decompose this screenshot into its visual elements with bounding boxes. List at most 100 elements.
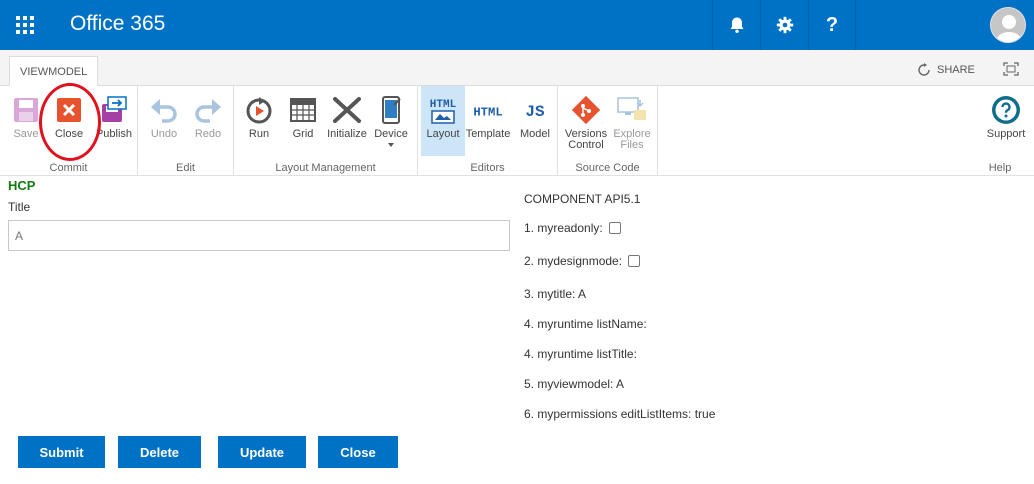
section-title: HCP — [8, 178, 36, 193]
share-label: SHARE — [937, 64, 975, 76]
support-button[interactable]: Support — [984, 90, 1028, 156]
grid-icon — [290, 98, 316, 122]
mydesignmode-checkbox[interactable] — [628, 255, 641, 267]
api-line-permissions: 6. mypermissions editListItems: true — [524, 407, 715, 421]
svg-text:HTML: HTML — [473, 106, 502, 120]
redo-label: Redo — [194, 128, 222, 140]
model-label: Model — [520, 128, 550, 140]
update-button[interactable]: Update — [218, 436, 306, 468]
gear-icon — [776, 16, 793, 34]
brand-title[interactable]: Office 365 — [70, 12, 165, 36]
publish-label: Publish — [95, 128, 133, 140]
device-icon — [382, 96, 401, 124]
explore-files-button[interactable]: Explore Files — [610, 90, 654, 156]
api-line-designmode: 2. mydesignmode: — [524, 254, 641, 268]
template-editor-button[interactable]: HTML Template — [465, 90, 511, 156]
title-label: Title — [8, 200, 31, 214]
explore-files-icon — [617, 97, 646, 120]
html-template-icon: HTML — [473, 106, 502, 120]
svg-text:JS: JS — [525, 103, 545, 121]
group-label-layout: Layout Management — [275, 162, 376, 174]
undo-button[interactable]: Undo — [142, 90, 186, 156]
run-button[interactable]: Run — [237, 90, 281, 156]
group-editors: HTML Layout HTML Template JS Model Edito… — [418, 86, 558, 176]
support-label: Support — [986, 128, 1026, 140]
initialize-label: Initialize — [327, 128, 367, 140]
svg-text:HTML: HTML — [430, 99, 457, 111]
redo-icon — [195, 99, 221, 123]
run-label: Run — [248, 128, 270, 140]
refresh-share-icon — [918, 63, 930, 76]
help-button[interactable]: ? — [808, 0, 856, 50]
api-line-text: 5. myviewmodel: A — [524, 377, 625, 391]
undo-icon — [151, 99, 177, 123]
app-launcher-button[interactable] — [0, 0, 50, 50]
api-line-text: 4. myruntime listName: — [524, 317, 647, 331]
suite-bar: Office 365 ? — [0, 0, 1034, 50]
chevron-down-icon — [388, 143, 394, 147]
api-line-listname: 4. myruntime listName: — [524, 317, 647, 331]
initialize-icon — [333, 97, 361, 123]
group-help: Support Help — [966, 86, 1034, 176]
api-line-text: 1. myreadonly: — [524, 221, 603, 235]
bell-icon — [730, 17, 743, 33]
versions-label: Versions Control — [565, 129, 607, 151]
delete-button[interactable]: Delete — [118, 436, 201, 468]
html-layout-icon: HTML — [430, 99, 457, 124]
close-highlight-ring — [39, 83, 101, 161]
git-icon — [572, 96, 600, 124]
device-label: Device — [374, 128, 408, 140]
explore-label: Explore Files — [613, 129, 650, 151]
api-heading: COMPONENT API5.1 — [524, 192, 641, 206]
undo-label: Undo — [150, 128, 178, 140]
person-icon — [991, 8, 1025, 42]
device-button[interactable]: Device — [369, 90, 413, 156]
layout-editor-button[interactable]: HTML Layout — [421, 86, 465, 156]
api-line-text: 6. mypermissions editListItems: true — [524, 407, 716, 421]
myreadonly-checkbox[interactable] — [608, 222, 621, 234]
tab-viewmodel[interactable]: VIEWMODEL — [9, 56, 99, 87]
ribbon-tab-row: VIEWMODEL SHARE — [0, 50, 1034, 87]
api-line-text: 3. mytitle: A — [524, 287, 587, 301]
focus-mode-button[interactable] — [1003, 62, 1019, 81]
template-label: Template — [465, 128, 511, 140]
close-button[interactable]: Close — [318, 436, 398, 468]
title-input[interactable] — [8, 220, 510, 251]
ribbon: Save Close Publish Commit Undo Redo Edit… — [0, 86, 1034, 176]
versions-control-button[interactable]: Versions Control — [564, 90, 608, 156]
api-line-title: 3. mytitle: A — [524, 287, 586, 301]
avatar[interactable] — [990, 7, 1026, 43]
grid-button[interactable]: Grid — [281, 90, 325, 156]
versions-line2: Control — [568, 139, 604, 151]
run-icon — [246, 97, 272, 124]
api-line-viewmodel: 5. myviewmodel: A — [524, 377, 624, 391]
waffle-icon — [16, 16, 34, 34]
support-icon — [992, 96, 1020, 124]
initialize-button[interactable]: Initialize — [325, 90, 369, 156]
save-label: Save — [13, 128, 39, 140]
publish-icon — [102, 96, 127, 122]
fullscreen-icon — [1003, 62, 1019, 76]
explore-line2: Files — [620, 139, 644, 151]
redo-button[interactable]: Redo — [186, 90, 230, 156]
model-editor-button[interactable]: JS Model — [513, 90, 557, 156]
help-label: ? — [825, 13, 839, 36]
api-line-listtitle: 4. myruntime listTitle: — [524, 347, 637, 361]
group-layout-management: Run Grid Initialize Device Layout Manage… — [234, 86, 418, 176]
submit-button[interactable]: Submit — [18, 436, 105, 468]
group-label-editors: Editors — [470, 162, 505, 174]
settings-button[interactable] — [760, 0, 808, 50]
group-edit: Undo Redo Edit — [138, 86, 234, 176]
group-label-commit: Commit — [49, 162, 88, 174]
group-label-source: Source Code — [575, 162, 640, 174]
api-line-readonly: 1. myreadonly: — [524, 221, 621, 235]
group-label-edit: Edit — [176, 162, 195, 174]
js-model-icon: JS — [525, 103, 545, 121]
layout-label: Layout — [426, 128, 460, 140]
notifications-button[interactable] — [712, 0, 760, 50]
api-line-text: 4. myruntime listTitle: — [524, 347, 637, 361]
group-label-help: Help — [988, 162, 1012, 174]
group-source-code: Versions Control Explore Files Source Co… — [558, 86, 658, 176]
share-button[interactable]: SHARE — [917, 63, 975, 77]
grid-label: Grid — [292, 128, 314, 140]
